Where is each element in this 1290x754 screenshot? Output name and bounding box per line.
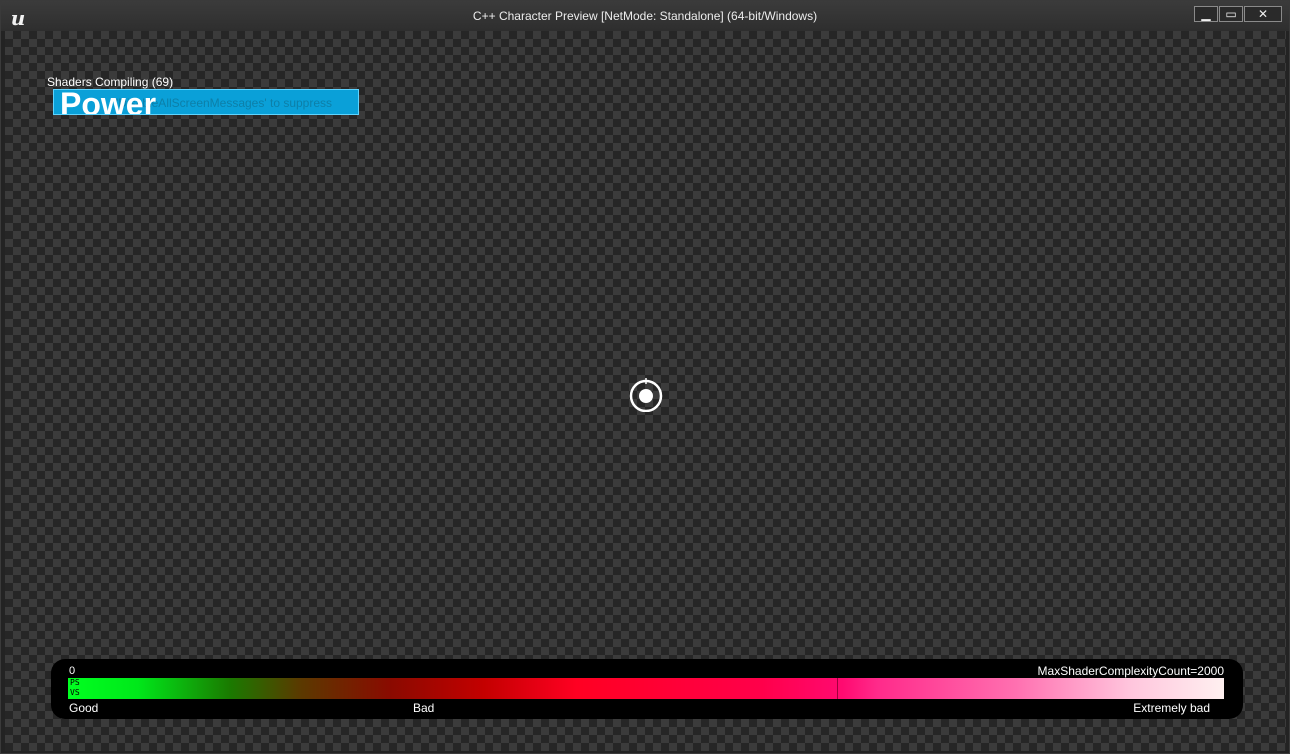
ps-label: PS — [70, 678, 80, 687]
power-bar: 'DisableAllScreenMessages' to suppress P… — [53, 89, 359, 115]
game-viewport[interactable]: Shaders Compiling (69) 'DisableAllScreen… — [5, 31, 1286, 751]
complexity-good-label: Good — [69, 701, 99, 715]
shaders-compiling-message: Shaders Compiling (69) — [47, 75, 174, 89]
complexity-max-label: MaxShaderComplexityCount=2000 — [1037, 664, 1224, 678]
window-title: C++ Character Preview [NetMode: Standalo… — [472, 9, 818, 23]
complexity-divider — [837, 678, 838, 699]
complexity-min-label: 0 — [69, 665, 76, 677]
power-label: Power — [60, 89, 157, 115]
complexity-gradient-bar: PS VS — [68, 678, 1224, 699]
vs-label: VS — [70, 688, 80, 697]
close-button[interactable]: ✕ — [1244, 6, 1282, 22]
complexity-bad-label: Bad — [413, 701, 435, 715]
title-bar[interactable]: u C++ Character Preview [NetMode: Standa… — [1, 1, 1289, 31]
crosshair-icon — [629, 378, 663, 412]
game-window: u C++ Character Preview [NetMode: Standa… — [0, 0, 1290, 754]
maximize-button[interactable]: ▭ — [1219, 6, 1243, 22]
shader-complexity-legend: 0 MaxShaderComplexityCount=2000 PS VS Go… — [51, 659, 1243, 719]
complexity-extremely-bad-label: Extremely bad — [1133, 701, 1210, 715]
minimize-button[interactable]: ▁ — [1194, 6, 1218, 22]
